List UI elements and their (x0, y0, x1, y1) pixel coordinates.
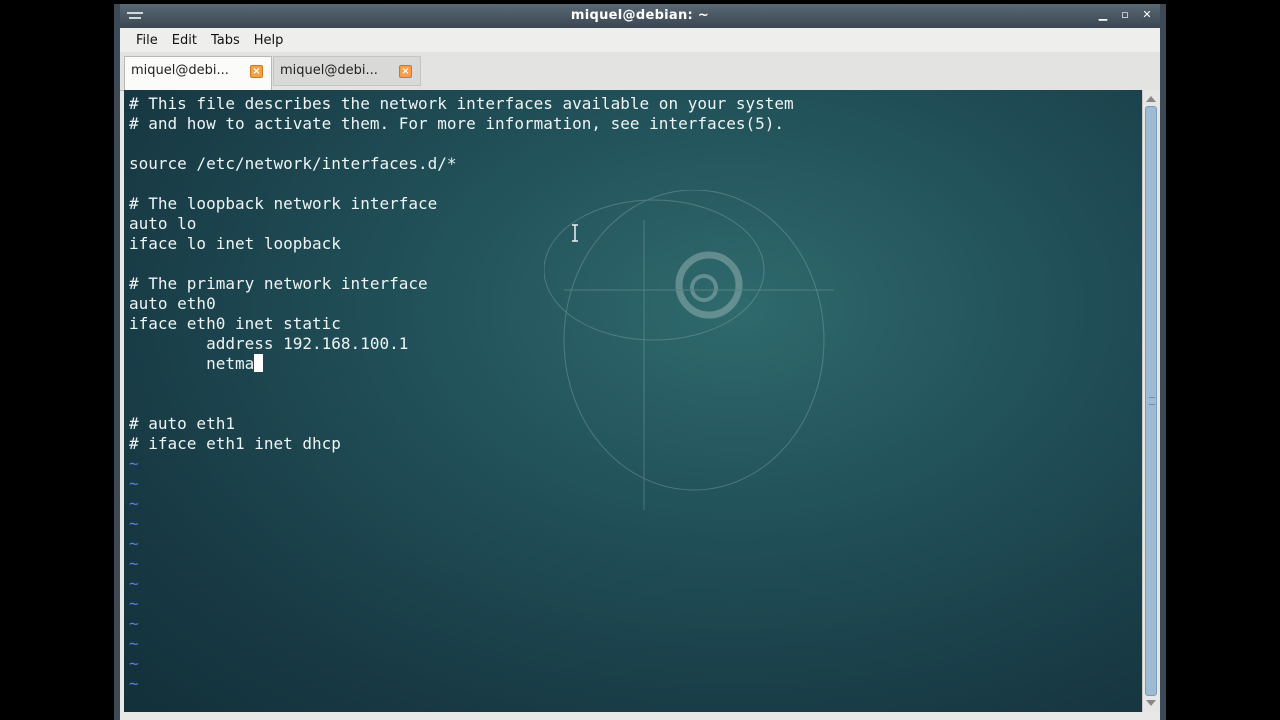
close-icon[interactable]: × (399, 65, 412, 78)
terminal-line: address 192.168.100.1 (129, 334, 794, 354)
empty-buffer-tilde: ~ (129, 594, 139, 613)
scroll-down-icon[interactable] (1146, 700, 1156, 706)
terminal-line-text: # The primary network interface (129, 274, 428, 293)
terminal-line: # This file describes the network interf… (129, 94, 794, 114)
title-bar[interactable]: miquel@debian: ~ ▁ ▫ ✕ (120, 4, 1160, 28)
terminal-line: iface eth0 inet static (129, 314, 794, 334)
terminal-line-text: # The loopback network interface (129, 194, 438, 213)
terminal-line: source /etc/network/interfaces.d/* (129, 154, 794, 174)
terminal-line: # auto eth1 (129, 414, 794, 434)
terminal-line-text: source /etc/network/interfaces.d/* (129, 154, 457, 173)
terminal-line: netma (129, 354, 794, 374)
window-title: miquel@debian: ~ (570, 8, 710, 23)
close-button[interactable]: ✕ (1140, 8, 1154, 21)
empty-buffer-tilde: ~ (129, 674, 139, 693)
terminal-line-text: auto eth0 (129, 294, 216, 313)
terminal-line: auto lo (129, 214, 794, 234)
terminal-line: # The primary network interface (129, 274, 794, 294)
menu-tabs[interactable]: Tabs (205, 31, 248, 50)
maximize-button[interactable]: ▫ (1118, 8, 1132, 21)
menu-file[interactable]: File (130, 31, 166, 50)
terminal-output: # This file describes the network interf… (129, 94, 794, 694)
terminal-line: # and how to activate them. For more inf… (129, 114, 794, 134)
tab-terminal-2[interactable]: miquel@debi... × (273, 56, 421, 86)
terminal-line: # The loopback network interface (129, 194, 794, 214)
tab-bar: miquel@debi... × miquel@debi... × (120, 52, 1160, 91)
tab-label: miquel@debi... (280, 63, 378, 78)
scroll-up-icon[interactable] (1146, 96, 1156, 102)
empty-buffer-tilde: ~ (129, 574, 139, 593)
terminal-line-text: # and how to activate them. For more inf… (129, 114, 785, 133)
terminal-line-text: iface lo inet loopback (129, 234, 341, 253)
empty-buffer-tilde: ~ (129, 554, 139, 573)
text-cursor (254, 354, 264, 372)
empty-buffer-tilde: ~ (129, 454, 139, 473)
terminal-line-text: auto lo (129, 214, 197, 233)
terminal-line: auto eth0 (129, 294, 794, 314)
menu-bar: File Edit Tabs Help (120, 28, 1160, 52)
terminal-scrollbar[interactable] (1142, 90, 1160, 712)
terminal-line-text: address 192.168.100.1 (129, 334, 409, 353)
terminal-line-text: # auto eth1 (129, 414, 235, 433)
empty-buffer-tilde: ~ (129, 534, 139, 553)
empty-buffer-tilde: ~ (129, 614, 139, 633)
terminal-line-text: netma (129, 354, 255, 373)
terminal-line: # iface eth1 inet dhcp (129, 434, 794, 454)
terminal-area[interactable]: # This file describes the network interf… (124, 90, 1142, 712)
empty-buffer-tilde: ~ (129, 514, 139, 533)
scrollbar-thumb[interactable] (1145, 106, 1157, 696)
tab-terminal-1[interactable]: miquel@debi... × (124, 56, 272, 90)
terminal-line: iface lo inet loopback (129, 234, 794, 254)
menu-help[interactable]: Help (248, 31, 292, 50)
tab-label: miquel@debi... (131, 63, 229, 78)
terminal-window: miquel@debian: ~ ▁ ▫ ✕ File Edit Tabs He… (114, 4, 1166, 720)
empty-buffer-tilde: ~ (129, 654, 139, 673)
close-icon[interactable]: × (250, 65, 263, 78)
empty-buffer-tilde: ~ (129, 474, 139, 493)
text-cursor-ibeam-icon (572, 224, 578, 242)
minimize-button[interactable]: ▁ (1096, 8, 1110, 21)
menu-edit[interactable]: Edit (166, 31, 205, 50)
terminal-line-text: # iface eth1 inet dhcp (129, 434, 341, 453)
empty-buffer-tilde: ~ (129, 494, 139, 513)
terminal-line-text: # This file describes the network interf… (129, 94, 794, 113)
terminal-line-text: iface eth0 inet static (129, 314, 341, 333)
scrollbar-grip-icon (1149, 397, 1155, 405)
empty-buffer-tilde: ~ (129, 634, 139, 653)
